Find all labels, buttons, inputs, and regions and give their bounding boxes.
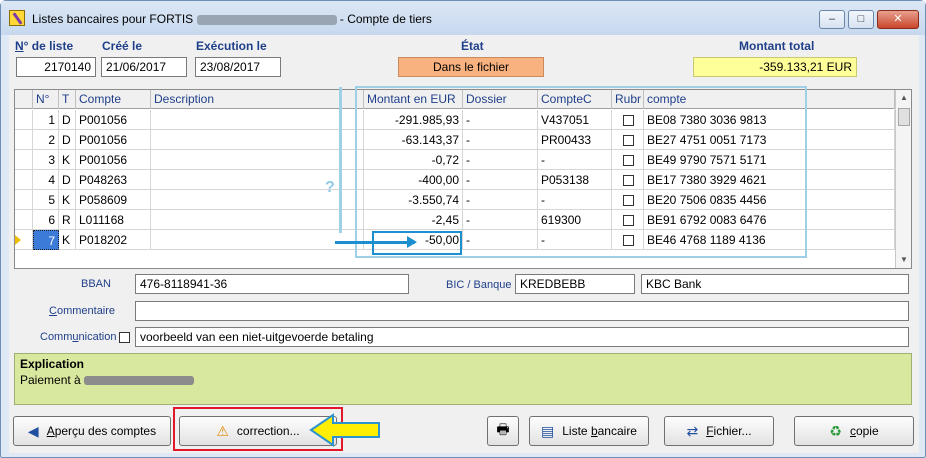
- state-label: État: [461, 39, 484, 53]
- annotation-vertical-line: [339, 87, 342, 233]
- grid-vertical-scrollbar[interactable]: ▲ ▼: [895, 90, 911, 268]
- state-field: Dans le fichier: [398, 57, 544, 77]
- total-amount-label: Montant total: [739, 39, 815, 53]
- row-selector[interactable]: [15, 230, 33, 250]
- maximize-button[interactable]: □: [848, 10, 874, 29]
- cell-type: R: [59, 210, 76, 230]
- list-number-label: N° de liste: [15, 39, 74, 53]
- copy-label: copie: [849, 424, 879, 438]
- row-selector[interactable]: [15, 210, 33, 230]
- created-label: Créé le: [102, 39, 143, 53]
- communication-field[interactable]: voorbeeld van een niet-uitgevoerde betal…: [135, 327, 909, 347]
- main-window: Listes bancaires pour FORTIS - Compte de…: [0, 0, 926, 458]
- account-overview-label: Aperçu des comptes: [46, 424, 157, 438]
- communication-label: Communication: [40, 331, 117, 343]
- col-account[interactable]: Compte: [76, 90, 151, 109]
- file-button[interactable]: ⇄ Fichier...: [664, 416, 774, 446]
- bic-label: BIC / Banque: [446, 279, 512, 291]
- app-icon: [9, 10, 25, 26]
- cell-account: P048263: [76, 170, 151, 190]
- list-number-field[interactable]: 2170140: [16, 57, 96, 77]
- execution-date-field[interactable]: 23/08/2017: [195, 57, 281, 77]
- comment-label: Commentaire: [49, 305, 116, 317]
- cell-description: [151, 150, 364, 170]
- cell-account: P001056: [76, 110, 151, 130]
- close-button[interactable]: ✕: [877, 10, 919, 29]
- warning-icon: ⚠: [216, 422, 229, 439]
- cell-account: P001056: [76, 150, 151, 170]
- row-selector[interactable]: [15, 170, 33, 190]
- cell-description: [151, 210, 364, 230]
- current-row-marker-icon: [15, 235, 21, 245]
- cell-description: [151, 110, 364, 130]
- col-type[interactable]: T: [59, 90, 76, 109]
- header-selector: [15, 90, 33, 109]
- cell-account: P018202: [76, 230, 151, 250]
- cell-type: K: [59, 230, 76, 250]
- cell-account: P001056: [76, 130, 151, 150]
- bank-name-field: KBC Bank: [641, 274, 909, 294]
- row-selector[interactable]: [15, 150, 33, 170]
- client-area: N° de liste 2170140 Créé le 21/06/2017 E…: [9, 35, 919, 453]
- title-suffix: - Compte de tiers: [339, 12, 432, 26]
- cell-account: L011168: [76, 210, 151, 230]
- cell-number: 6: [33, 210, 59, 230]
- row-selector[interactable]: [15, 130, 33, 150]
- cell-type: K: [59, 150, 76, 170]
- correction-label: correction...: [236, 424, 300, 438]
- cell-number: 2: [33, 130, 59, 150]
- row-selector[interactable]: [15, 110, 33, 130]
- annotation-highlight: [372, 231, 462, 255]
- explication-text-value: Paiement à: [20, 373, 81, 387]
- cell-type: D: [59, 130, 76, 150]
- cell-number: 3: [33, 150, 59, 170]
- total-amount-field: -359.133,21 EUR: [693, 57, 857, 77]
- recycle-icon: ♻: [829, 422, 842, 439]
- file-transfer-icon: ⇄: [686, 422, 699, 439]
- copy-button[interactable]: ♻ copie: [794, 416, 914, 446]
- communication-checkbox[interactable]: [119, 332, 130, 343]
- scroll-down-icon[interactable]: ▼: [896, 252, 911, 268]
- comment-field[interactable]: [135, 301, 909, 321]
- execution-label: Exécution le: [196, 39, 267, 53]
- cell-type: D: [59, 110, 76, 130]
- cell-description: [151, 230, 364, 250]
- cell-number: 1: [33, 110, 59, 130]
- bic-field[interactable]: KREDBEBB: [515, 274, 635, 294]
- list-icon: ▤: [541, 422, 555, 439]
- explication-panel: Explication Paiement à: [14, 353, 912, 405]
- arrow-left-icon: ◀: [27, 422, 39, 439]
- cell-type: K: [59, 190, 76, 210]
- bank-list-label: Liste bancaire: [562, 424, 637, 438]
- cell-number: 4: [33, 170, 59, 190]
- col-description[interactable]: Description: [151, 90, 364, 109]
- cell-account: P058609: [76, 190, 151, 210]
- cell-description: [151, 130, 364, 150]
- redacted-text: [84, 376, 195, 386]
- cell-number: 5: [33, 190, 59, 210]
- title-bar[interactable]: Listes bancaires pour FORTIS - Compte de…: [1, 1, 925, 35]
- title-prefix: Listes bancaires pour FORTIS: [32, 12, 194, 26]
- col-number[interactable]: N°: [33, 90, 59, 109]
- scroll-thumb[interactable]: [898, 108, 910, 126]
- file-label: Fichier...: [706, 424, 752, 438]
- minimize-button[interactable]: –: [819, 10, 845, 29]
- explication-text: Paiement à: [20, 373, 195, 387]
- bban-field[interactable]: 476-8118941-36: [135, 274, 409, 294]
- bban-label: BBAN: [81, 278, 111, 290]
- window-title: Listes bancaires pour FORTIS - Compte de…: [32, 12, 432, 26]
- account-overview-button[interactable]: ◀ Aperçu des comptes: [13, 416, 171, 446]
- cell-type: D: [59, 170, 76, 190]
- row-selector[interactable]: [15, 190, 33, 210]
- annotation-arrow-left-icon: [309, 413, 380, 447]
- explication-title: Explication: [20, 357, 85, 371]
- created-date-field[interactable]: 21/06/2017: [101, 57, 187, 77]
- printer-icon: 🖶: [496, 421, 510, 437]
- annotation-question-mark: ?: [325, 179, 335, 196]
- cell-number: 7: [33, 230, 59, 250]
- scroll-up-icon[interactable]: ▲: [896, 90, 911, 106]
- redacted-text: [196, 14, 337, 25]
- print-button[interactable]: 🖶: [487, 416, 519, 446]
- bank-list-button[interactable]: ▤ Liste bancaire: [529, 416, 649, 446]
